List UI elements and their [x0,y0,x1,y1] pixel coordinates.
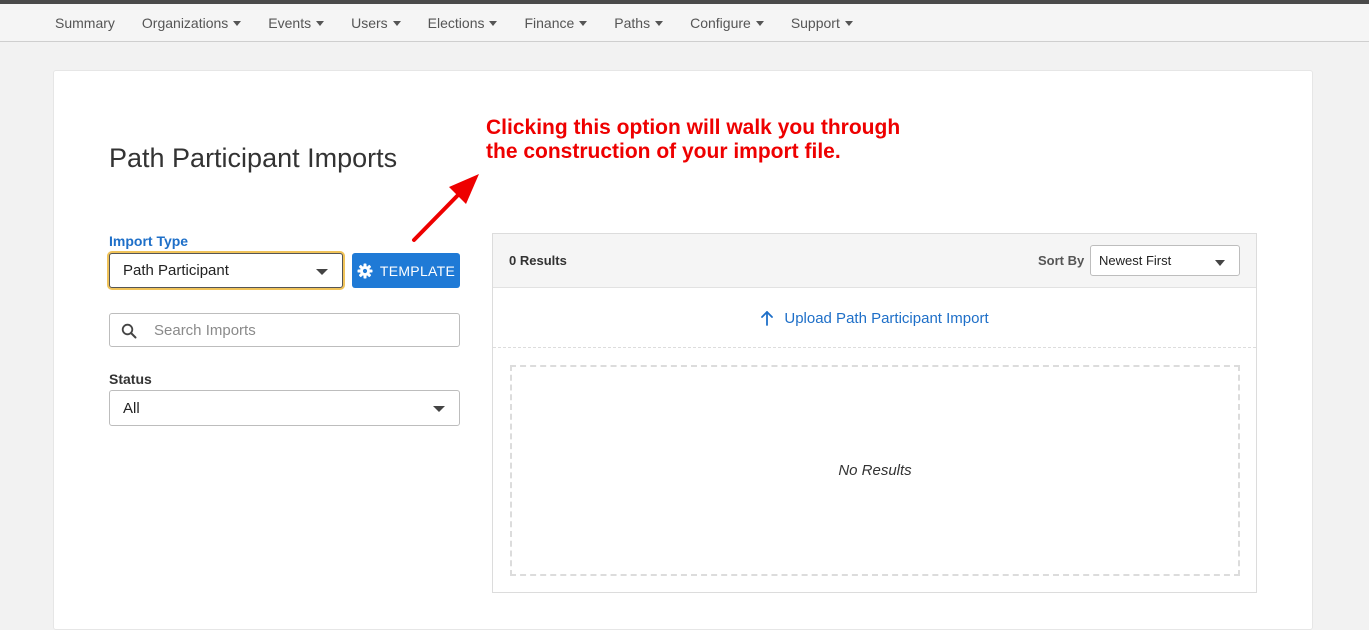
nav-item-events[interactable]: Events [268,15,325,31]
annotation-callout: Clicking this option will walk you throu… [486,116,900,164]
annotation-line-2: the construction of your import file. [486,140,841,163]
sort-by-select[interactable]: Newest First [1090,245,1240,276]
search-box [109,313,460,347]
gear-icon [357,263,373,278]
caret-down-icon [316,20,325,26]
main-nav: Summary Organizations Events Users Elect… [55,4,880,42]
arrow-up-icon [761,311,774,326]
results-dropzone: No Results [510,365,1240,576]
nav-item-users[interactable]: Users [351,15,401,31]
caret-down-icon [655,20,664,26]
caret-down-icon [579,20,588,26]
caret-down-icon [755,20,764,26]
results-count: 0 Results [509,253,567,268]
search-icon [121,323,137,339]
caret-down-icon [489,20,498,26]
nav-item-support[interactable]: Support [791,15,853,31]
search-input[interactable] [154,314,454,346]
annotation-arrow-icon [412,174,479,242]
nav-item-paths[interactable]: Paths [614,15,664,31]
chevron-down-icon [433,406,445,412]
caret-down-icon [392,20,401,26]
no-results-text: No Results [838,462,912,479]
nav-item-organizations[interactable]: Organizations [142,15,242,31]
status-value: All [123,399,140,417]
results-header: 0 Results Sort By Newest First [493,234,1256,288]
template-button-label: TEMPLATE [379,262,456,279]
status-select[interactable]: All [109,390,460,426]
import-type-label: Import Type [109,233,189,249]
sort-by-value: Newest First [1099,253,1172,268]
upload-import-label: Upload Path Participant Import [784,309,989,327]
top-navigation-bar: Summary Organizations Events Users Elect… [0,0,1369,42]
nav-item-summary[interactable]: Summary [55,15,115,31]
status-label: Status [109,371,152,387]
nav-item-elections[interactable]: Elections [428,15,498,31]
chevron-down-icon [316,268,328,275]
caret-down-icon [233,20,242,26]
template-button[interactable]: TEMPLATE [352,253,460,288]
import-type-value: Path Participant [123,262,229,279]
caret-down-icon [844,20,853,26]
page-title: Path Participant Imports [109,143,398,173]
upload-import-link[interactable]: Upload Path Participant Import [493,289,1256,348]
import-type-select[interactable]: Path Participant [109,253,343,288]
results-panel: 0 Results Sort By Newest First Upload Pa… [492,233,1257,593]
nav-item-configure[interactable]: Configure [690,15,764,31]
nav-item-finance[interactable]: Finance [524,15,588,31]
chevron-down-icon [1215,259,1225,266]
annotation-line-1: Clicking this option will walk you throu… [486,116,901,139]
sort-by-label: Sort By [1038,253,1085,268]
